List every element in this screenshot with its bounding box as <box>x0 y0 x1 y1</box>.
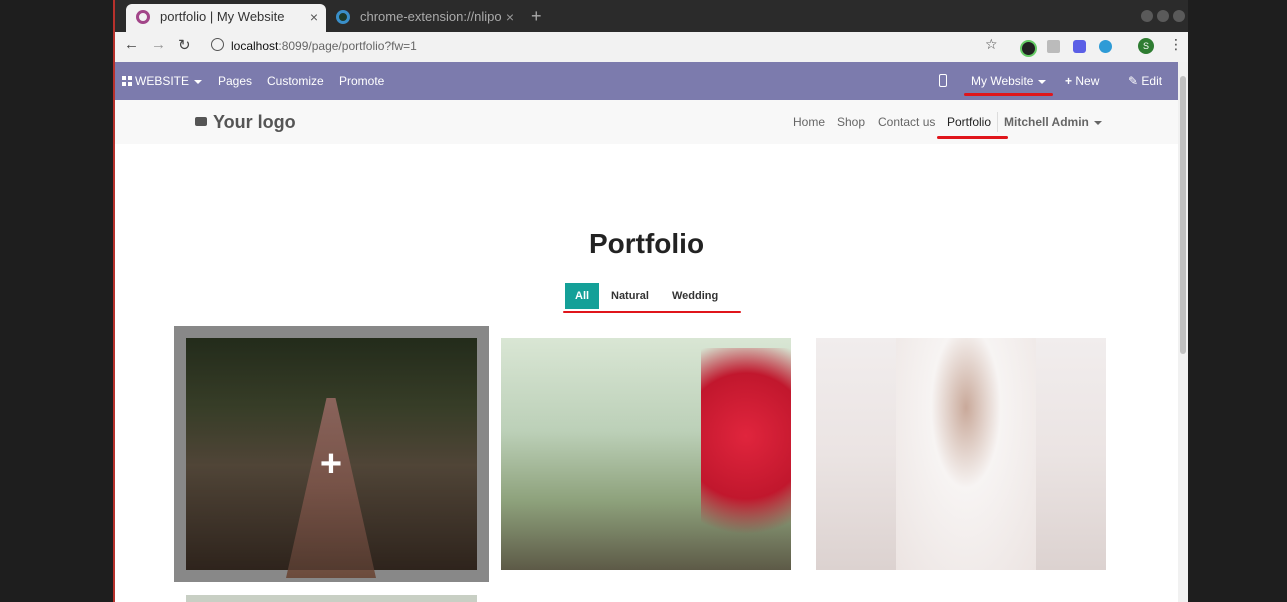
chevron-down-icon <box>1093 120 1102 125</box>
misty-railway-image[interactable] <box>501 338 791 570</box>
back-icon[interactable]: ← <box>124 36 139 53</box>
chevron-down-icon <box>194 79 203 84</box>
page-scrollbar[interactable] <box>1178 62 1188 602</box>
page-title: Portfolio <box>588 228 705 259</box>
tab-extension[interactable]: chrome-extension://nlipo × <box>326 4 522 32</box>
menu-divider <box>997 112 998 132</box>
site-header: Your logo Home Shop Contact us Portfolio… <box>115 100 1178 144</box>
website-switcher-label: My Website <box>971 74 1034 88</box>
site-logo[interactable]: Your logo <box>195 112 296 133</box>
annotation-underline <box>937 136 1008 139</box>
address-bar: ← → ↻ localhost:8099/page/portfolio?fw=1… <box>115 32 1188 63</box>
apps-grid-icon <box>122 76 132 86</box>
extension-icon[interactable] <box>1073 40 1086 53</box>
tab-strip: portfolio | My Website × chrome-extensio… <box>115 0 1188 32</box>
tab-title: chrome-extension://nlipo <box>360 9 502 24</box>
plus-icon: + <box>1065 74 1073 88</box>
menu-item-contact[interactable]: Contact us <box>878 115 935 129</box>
extension-favicon-icon <box>336 10 350 24</box>
user-menu[interactable]: Mitchell Admin <box>1004 115 1102 129</box>
filter-wedding[interactable]: Wedding <box>662 283 728 309</box>
website-menu-label: WEBSITE <box>135 74 190 88</box>
filter-natural[interactable]: Natural <box>601 283 659 309</box>
extension-icon[interactable] <box>1099 40 1112 53</box>
extension-icon[interactable] <box>1047 40 1060 53</box>
new-button-label: New <box>1075 74 1100 88</box>
new-tab-button[interactable]: + <box>531 4 542 28</box>
url-host: localhost <box>231 39 279 53</box>
menu-item-shop[interactable]: Shop <box>837 115 865 129</box>
tab-title: portfolio | My Website <box>160 9 285 24</box>
reload-icon[interactable]: ↻ <box>178 36 191 54</box>
menu-item-home[interactable]: Home <box>793 115 825 129</box>
customize-menu[interactable]: Customize <box>267 74 324 88</box>
menu-kebab-icon[interactable]: ⋮ <box>1169 36 1183 53</box>
url-field[interactable]: localhost:8099/page/portfolio?fw=1 <box>231 39 417 53</box>
browser-window: portfolio | My Website × chrome-extensio… <box>115 0 1188 602</box>
filter-all[interactable]: All <box>565 283 600 309</box>
annotation-underline <box>964 93 1053 96</box>
tab-portfolio[interactable]: portfolio | My Website × <box>126 4 326 32</box>
next-row-image[interactable] <box>186 595 477 602</box>
pencil-icon: ✎ <box>1128 74 1139 88</box>
forward-icon[interactable]: → <box>151 36 166 53</box>
website-switcher[interactable]: My Website <box>971 74 1047 88</box>
website-menu[interactable]: WEBSITE <box>122 74 203 88</box>
new-button[interactable]: + New <box>1065 74 1099 88</box>
edit-button[interactable]: ✎ Edit <box>1128 74 1162 88</box>
url-path: :8099/page/portfolio?fw=1 <box>278 39 417 53</box>
edit-button-label: Edit <box>1141 74 1163 88</box>
pages-menu[interactable]: Pages <box>218 74 252 88</box>
maximize-icon[interactable] <box>1157 10 1169 22</box>
close-window-icon[interactable] <box>1173 10 1185 22</box>
user-name: Mitchell Admin <box>1004 115 1089 129</box>
chevron-down-icon <box>1038 79 1047 84</box>
profile-avatar[interactable]: S <box>1138 38 1154 54</box>
bride-figure-shape <box>896 338 1036 570</box>
minimize-icon[interactable] <box>1141 10 1153 22</box>
close-tab-icon[interactable]: × <box>506 4 514 30</box>
logo-text: Your logo <box>213 112 296 132</box>
plus-icon[interactable]: + <box>320 445 342 483</box>
camera-icon <box>195 117 207 126</box>
annotation-underline <box>563 311 741 313</box>
scrollbar-thumb[interactable] <box>1180 76 1186 354</box>
red-flowers-shape <box>701 348 791 568</box>
bookmark-star-icon[interactable]: ☆ <box>985 36 998 53</box>
menu-item-portfolio[interactable]: Portfolio <box>947 115 991 129</box>
info-icon[interactable] <box>211 38 224 51</box>
promote-menu[interactable]: Promote <box>339 74 384 88</box>
mobile-preview-icon[interactable] <box>939 74 947 87</box>
bride-image[interactable] <box>816 338 1106 570</box>
extension-icon[interactable] <box>1020 40 1037 57</box>
odoo-favicon-icon <box>136 10 150 24</box>
close-tab-icon[interactable]: × <box>310 4 318 30</box>
